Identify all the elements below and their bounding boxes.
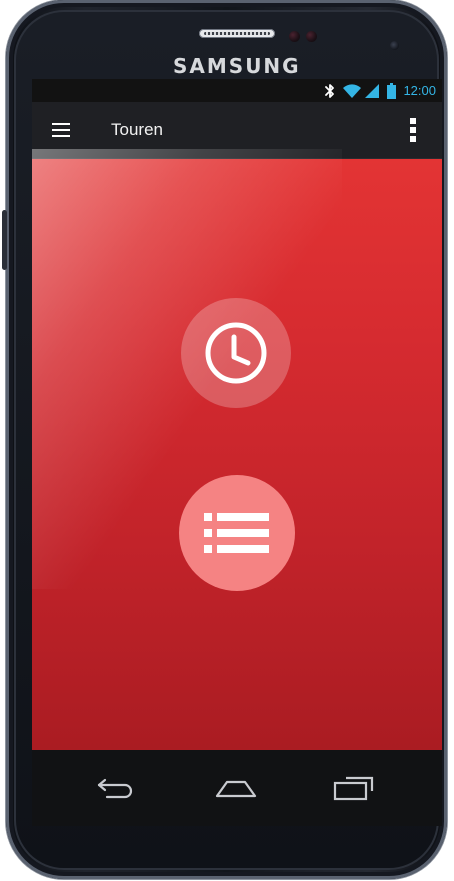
home-icon [214,776,258,800]
device-brand-logo: SAMSUNG [173,54,301,78]
status-bar-items: 12:00 [321,79,436,102]
status-bar: 12:00 [32,79,442,102]
front-camera [390,41,399,50]
bluetooth-icon [321,83,339,99]
back-icon [95,776,135,800]
list-icon [202,511,272,555]
battery-icon [387,82,397,99]
list-button[interactable] [179,475,295,591]
wifi-icon [343,83,362,99]
phone-side-button [2,210,7,270]
clock-icon [203,320,269,386]
phone-screen: 12:00 Touren [32,79,442,826]
status-time: 12:00 [403,82,436,98]
home-button[interactable] [212,768,260,808]
back-button[interactable] [91,768,139,808]
phone-frame: SAMSUNG 12:00 Touren [0,0,454,881]
proximity-sensor [289,31,300,42]
hamburger-menu-icon[interactable] [50,119,74,141]
page-title: Touren [111,120,163,139]
light-sensor [306,31,317,42]
overflow-menu-icon[interactable] [408,116,418,144]
recent-apps-button[interactable] [329,768,377,808]
recent-apps-icon [331,774,375,802]
signal-icon [365,83,383,99]
main-content [32,149,442,750]
clock-button[interactable] [181,298,291,408]
earpiece-speaker [199,29,275,38]
action-bar: Touren [32,102,442,159]
navigation-bar [32,750,442,826]
